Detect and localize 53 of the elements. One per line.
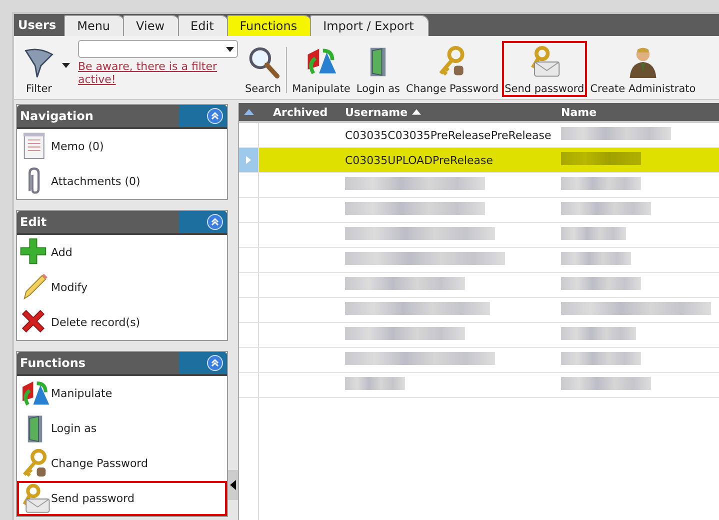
panel-title: Functions [19, 355, 87, 372]
toolbar-button[interactable]: Send password [502, 41, 588, 97]
table-row[interactable] [239, 273, 719, 298]
search-button[interactable]: Search [242, 41, 284, 97]
collapse-button[interactable] [179, 352, 227, 374]
tab[interactable]: Import / Export [310, 15, 429, 36]
tab[interactable]: Menu [64, 15, 126, 36]
sidebar-item[interactable]: Change Password [17, 446, 227, 481]
sidebar-item[interactable]: Delete record(s) [17, 305, 227, 340]
toolbar-button[interactable]: Change Password [402, 41, 502, 97]
sidebar-item[interactable]: Manipulate [17, 376, 227, 411]
table-row[interactable] [239, 198, 719, 223]
table-row[interactable] [239, 298, 719, 323]
sidebar-item[interactable]: Add [17, 235, 227, 270]
caret-icon[interactable] [62, 63, 70, 68]
panel-title: Edit [19, 214, 48, 231]
toolbar-button[interactable]: Create Administrato [587, 41, 699, 97]
table-row[interactable] [239, 373, 719, 398]
tab[interactable]: View [123, 15, 180, 36]
column-header[interactable]: Archived [273, 106, 328, 118]
collapse-left-icon [230, 480, 236, 490]
current-row-icon [246, 156, 251, 164]
table-row[interactable] [239, 173, 719, 198]
column-header[interactable]: Username [345, 106, 408, 118]
sidebar-item[interactable]: Login as [17, 411, 227, 446]
sidebar-item[interactable]: Attachments (0) [17, 164, 227, 199]
filter-warning-link[interactable]: Be aware, there is a filter active! [78, 60, 238, 86]
sidebar-item[interactable]: Send password [17, 481, 227, 516]
table-row[interactable] [239, 323, 719, 348]
app-title: Users [18, 18, 56, 32]
splitter-handle[interactable] [228, 470, 238, 500]
panel-title: Navigation [19, 108, 94, 125]
toolbar-button[interactable]: Manipulate [289, 41, 354, 97]
table-cell: C03035C03035PreReleasePreRelease [345, 128, 552, 142]
collapse-icon [207, 214, 223, 230]
sidebar-item[interactable]: Memo (0) [17, 129, 227, 164]
column-header[interactable]: Name [561, 106, 597, 118]
tab[interactable]: Functions [226, 15, 312, 36]
sort-up-icon[interactable] [244, 109, 254, 115]
collapse-icon [207, 108, 223, 124]
filter-button[interactable]: Filter [18, 41, 60, 97]
table-row[interactable] [239, 248, 719, 273]
collapse-icon [207, 355, 223, 371]
tab[interactable]: Edit [178, 15, 229, 36]
sidebar-item[interactable]: Modify [17, 270, 227, 305]
collapse-button[interactable] [179, 105, 227, 127]
collapse-button[interactable] [179, 211, 227, 233]
table-cell: C03035UPLOADPreRelease [345, 154, 494, 166]
table-row[interactable] [239, 223, 719, 248]
table-row[interactable] [239, 348, 719, 373]
table-row[interactable]: C03035UPLOADPreRelease [239, 148, 719, 173]
toolbar-button[interactable]: Login as [353, 41, 403, 97]
caret-icon[interactable] [226, 46, 234, 52]
